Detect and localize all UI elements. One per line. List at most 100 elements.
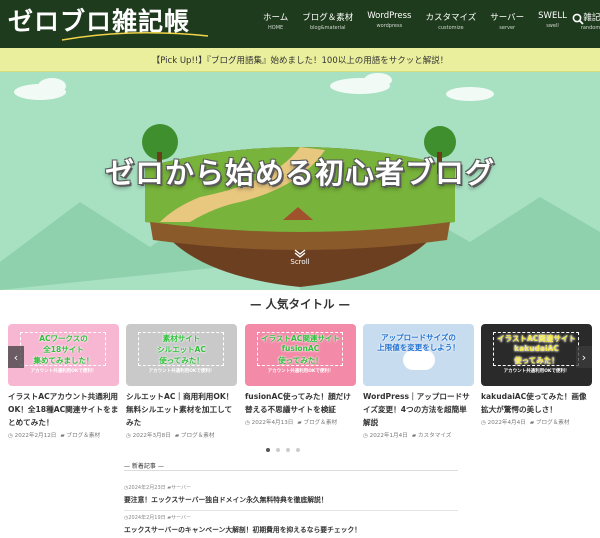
nav-item-label: ホーム xyxy=(263,13,289,23)
slider-dot[interactable] xyxy=(266,448,270,452)
thumbnail-text: イラストAC関連サイト xyxy=(261,334,340,343)
latest-post-meta: ◷2024年2月23日 ▰サーバー xyxy=(124,484,458,491)
nav-item-sublabel: randomnote xyxy=(580,25,600,31)
latest-post-title[interactable]: エックスサーバーのキャンペーン大解剖！初期費用を抑えるなら要チェック！ xyxy=(124,524,458,534)
nav-item-sublabel: blog&material xyxy=(309,25,346,31)
nav-item-label: カスタマイズ xyxy=(425,13,477,23)
thumbnail-text: 使ってみた！ xyxy=(159,356,204,365)
post-card[interactable]: イラストAC関連サイト kakudaiAC 使ってみた！ アカウント共通利用OKで便利… xyxy=(481,324,592,426)
post-thumbnail[interactable]: 素材サイトシルエットAC 使ってみた！ アカウント共通利用OKで便利！ xyxy=(126,324,237,386)
post-card[interactable]: ACワークスの 全18サイト 集めてみました！ アカウント共通利用OKで便利！ イラスト… xyxy=(8,324,119,439)
slider-dot[interactable] xyxy=(296,448,300,452)
clock-icon: ◷ xyxy=(8,433,15,439)
clock-icon: ◷ xyxy=(126,433,133,439)
clock-icon: ◷ xyxy=(481,420,488,426)
pickup-text: 【Pick Up!!】『ブログ用語集』始めました！100以上の用語をサクッと解説… xyxy=(151,55,449,66)
thumbnail-note: アカウント共通利用OKで便利！ xyxy=(503,369,570,374)
latest-post-item[interactable]: ◷2024年2月23日 ▰サーバー 要注意！エックスサーバー独自ドメイン永久無料特… xyxy=(124,484,458,511)
popular-slider: ACワークスの 全18サイト 集めてみました！ アカウント共通利用OKで便利！ イラスト… xyxy=(8,324,598,444)
post-thumbnail[interactable]: イラストAC関連サイト fusionAC 使ってみた！ アカウント共通利用OKで便利！ xyxy=(245,324,356,386)
nav-item-sublabel: swell xyxy=(546,23,559,29)
post-date: 2022年4月4日 xyxy=(487,420,526,426)
latest-post-item[interactable]: ◷2024年2月19日 ▰サーバー エックスサーバーのキャンペーン大解剖！初期費用… xyxy=(124,514,458,534)
search-icon[interactable] xyxy=(572,13,584,25)
nav-item-sublabel: server xyxy=(499,25,516,31)
clock-icon: ◷ xyxy=(363,433,370,439)
latest-post-date: 2024年2月19日 xyxy=(128,515,166,521)
nav-item[interactable]: ブログ＆素材 blog&material xyxy=(302,11,353,31)
latest-post-category[interactable]: サーバー xyxy=(171,485,191,491)
popular-section-title: — 人気タイトル — xyxy=(249,297,350,311)
post-meta: ◷ 2022年2月12日 ▰ ブログ＆素材 xyxy=(8,431,119,439)
nav-item-sublabel: wordpress xyxy=(376,23,403,29)
post-thumbnail[interactable]: アップロードサイズの 上限値を変更をしよう！ xyxy=(363,324,474,386)
nav-item[interactable]: ホーム HOME xyxy=(263,11,288,31)
hero-banner: ゼロから始める初心者ブログ Scroll xyxy=(0,72,600,290)
post-card[interactable]: アップロードサイズの 上限値を変更をしよう！ WordPress｜アップロードサイズ… xyxy=(363,324,474,439)
post-title[interactable]: kakudaiAC使ってみた！画像拡大が驚愕の美しさ！ xyxy=(481,390,592,416)
hero-title: ゼロから始める初心者ブログ xyxy=(104,156,495,190)
thumbnail-text: 使ってみた！ xyxy=(278,356,323,365)
post-title[interactable]: fusionAC使ってみた！顔だけ替える不思議サイトを検証 xyxy=(245,390,356,416)
post-date: 2022年4月13日 xyxy=(251,420,294,426)
latest-section-title: — 新着記事 — xyxy=(124,463,164,470)
post-card[interactable]: イラストAC関連サイト fusionAC 使ってみた！ アカウント共通利用OKで便利！… xyxy=(245,324,356,426)
slider-dot[interactable] xyxy=(286,448,290,452)
thumbnail-text: シルエットAC xyxy=(157,345,206,354)
nav-item-sublabel: HOME xyxy=(268,25,284,31)
post-category[interactable]: ブログ＆素材 xyxy=(66,433,100,439)
post-category[interactable]: ブログ＆素材 xyxy=(536,420,570,426)
post-title[interactable]: シルエットAC｜商用利用OK！無料シルエット素材を加工してみた xyxy=(126,390,237,429)
post-date: 2022年3月8日 xyxy=(132,433,171,439)
nav-item-label: WordPress xyxy=(367,11,412,21)
latest-post-title[interactable]: 要注意！エックスサーバー独自ドメイン永久無料特典を徹底解説！ xyxy=(124,494,458,504)
logo-swoosh-icon xyxy=(61,32,209,41)
thumbnail-note: アカウント共通利用OKで便利！ xyxy=(30,369,97,374)
post-date: 2022年1月4日 xyxy=(369,433,408,439)
thumbnail-text: 素材サイト xyxy=(162,334,201,343)
global-nav: ホーム HOME ブログ＆素材 blog&material WordPress wordp… xyxy=(263,11,600,31)
post-category[interactable]: ブログ＆素材 xyxy=(181,433,215,439)
nav-item[interactable]: カスタマイズ customize xyxy=(425,11,476,31)
post-title[interactable]: イラストACアカウント共通利用OK！全18種AC関連サイトをまとめてみた！ xyxy=(8,390,119,429)
latest-post-meta: ◷2024年2月19日 ▰サーバー xyxy=(124,514,458,521)
post-thumbnail[interactable]: ACワークスの 全18サイト 集めてみました！ アカウント共通利用OKで便利！ xyxy=(8,324,119,386)
nav-item-label: ブログ＆素材 xyxy=(302,13,354,23)
site-header: ゼロブロ雑記帳 ホーム HOME ブログ＆素材 blog&material WordPr… xyxy=(0,0,600,48)
pickup-bar[interactable]: 【Pick Up!!】『ブログ用語集』始めました！100以上の用語をサクッと解説… xyxy=(0,48,600,72)
thumbnail-note: アカウント共通利用OKで便利！ xyxy=(267,369,334,374)
post-date: 2022年2月12日 xyxy=(14,433,57,439)
nav-item-label: サーバー xyxy=(490,13,525,23)
thumbnail-text: イラストAC関連サイト xyxy=(497,334,576,343)
scroll-label[interactable]: Scroll xyxy=(0,258,600,266)
slider-pagination xyxy=(266,448,306,452)
chevron-down-icon[interactable] xyxy=(293,248,307,258)
chevron-left-icon[interactable]: ‹ xyxy=(8,346,24,368)
post-meta: ◷ 2022年1月4日 ▰ カスタマイズ xyxy=(363,431,474,439)
latest-post-date: 2024年2月23日 xyxy=(128,485,166,491)
nav-item-sublabel: customize xyxy=(438,25,464,31)
post-category[interactable]: ブログ＆素材 xyxy=(303,420,337,426)
cloud-upload-icon xyxy=(403,350,435,370)
post-card[interactable]: 素材サイトシルエットAC 使ってみた！ アカウント共通利用OKで便利！ シルエットAC… xyxy=(126,324,237,439)
nav-item[interactable]: WordPress wordpress xyxy=(367,11,411,31)
post-title[interactable]: WordPress｜アップロードサイズ変更！4つの方法を超簡単解説 xyxy=(363,390,474,429)
nav-item[interactable]: サーバー server xyxy=(490,11,524,31)
post-category[interactable]: カスタマイズ xyxy=(418,433,451,439)
thumbnail-text: ACワークスの xyxy=(39,334,88,343)
post-meta: ◷ 2022年3月8日 ▰ ブログ＆素材 xyxy=(126,431,237,439)
thumbnail-text: fusionAC xyxy=(281,344,320,353)
slider-dot[interactable] xyxy=(276,448,280,452)
thumbnail-note: アカウント共通利用OKで便利！ xyxy=(148,369,215,374)
clock-icon: ◷ xyxy=(245,420,252,426)
thumbnail-text: 上限値を変更をしよう！ xyxy=(377,343,460,352)
post-meta: ◷ 2022年4月4日 ▰ ブログ＆素材 xyxy=(481,418,592,426)
divider xyxy=(124,470,458,471)
chevron-right-icon[interactable]: › xyxy=(576,346,592,368)
nav-item[interactable]: SWELL swell xyxy=(538,11,567,31)
latest-post-category[interactable]: サーバー xyxy=(171,515,191,521)
thumbnail-text: 全18サイト xyxy=(43,345,84,354)
divider xyxy=(124,510,458,511)
nav-item-label: SWELL xyxy=(538,11,567,21)
post-meta: ◷ 2022年4月13日 ▰ ブログ＆素材 xyxy=(245,418,356,426)
